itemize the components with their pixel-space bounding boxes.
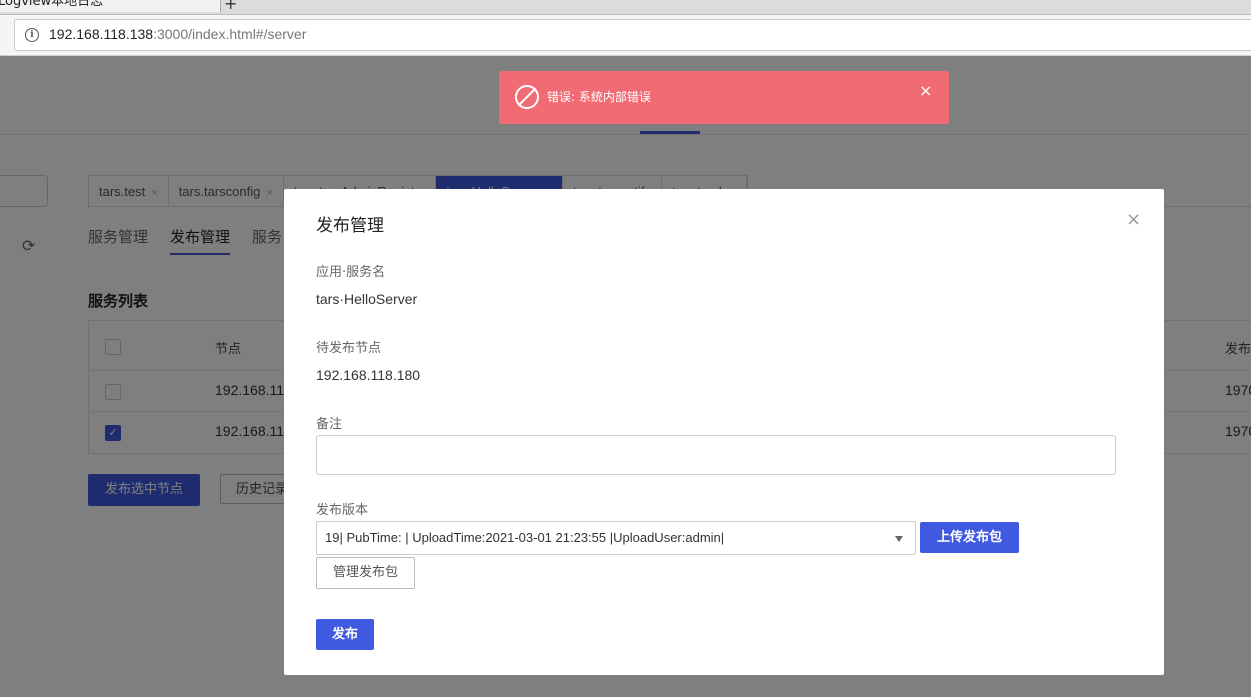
version-select[interactable]: 19| PubTime: | UploadTime:2021-03-01 21:… — [316, 521, 916, 555]
remark-input[interactable] — [316, 435, 1116, 475]
version-label: 发布版本 — [316, 503, 369, 518]
pending-nodes-value: 192.168.118.180 — [316, 367, 421, 383]
upload-package-button[interactable]: 上传发布包 — [920, 522, 1019, 553]
pending-nodes-label: 待发布节点 — [316, 341, 382, 356]
prohibited-icon — [515, 85, 539, 109]
error-toast: 错误: 系统内部错误 × — [499, 71, 949, 124]
browser-tab-bar: Logview本地日志 + — [0, 0, 1251, 15]
publish-button[interactable]: 发布 — [316, 619, 374, 650]
toast-message: 错误: 系统内部错误 — [547, 90, 651, 104]
info-icon[interactable]: i — [25, 28, 39, 42]
app-service-label: 应用·服务名 — [316, 265, 386, 280]
remark-label: 备注 — [316, 417, 343, 432]
browser-toolbar: i 192.168.118.138:3000/index.html#/serve… — [0, 15, 1251, 56]
url-path: :3000/index.html#/server — [153, 26, 307, 42]
url-host: 192.168.118.138 — [49, 26, 154, 42]
manage-packages-button[interactable]: 管理发布包 — [316, 557, 415, 589]
close-icon[interactable]: × — [919, 83, 932, 99]
address-bar[interactable]: i 192.168.118.138:3000/index.html#/serve… — [14, 19, 1251, 51]
chevron-down-icon — [895, 536, 903, 542]
version-selected-value: 19| PubTime: | UploadTime:2021-03-01 21:… — [325, 530, 725, 545]
app-service-value: tars·HelloServer — [316, 291, 418, 307]
dialog-title: 发布管理 — [316, 216, 384, 236]
close-icon[interactable]: × — [1126, 211, 1141, 229]
url-text[interactable]: 192.168.118.138:3000/index.html#/server — [49, 26, 306, 42]
new-tab-button[interactable]: + — [224, 0, 237, 13]
publish-dialog: 发布管理 × 应用·服务名 tars·HelloServer 待发布节点 192… — [284, 189, 1164, 675]
browser-tab[interactable]: Logview本地日志 — [0, 0, 221, 12]
